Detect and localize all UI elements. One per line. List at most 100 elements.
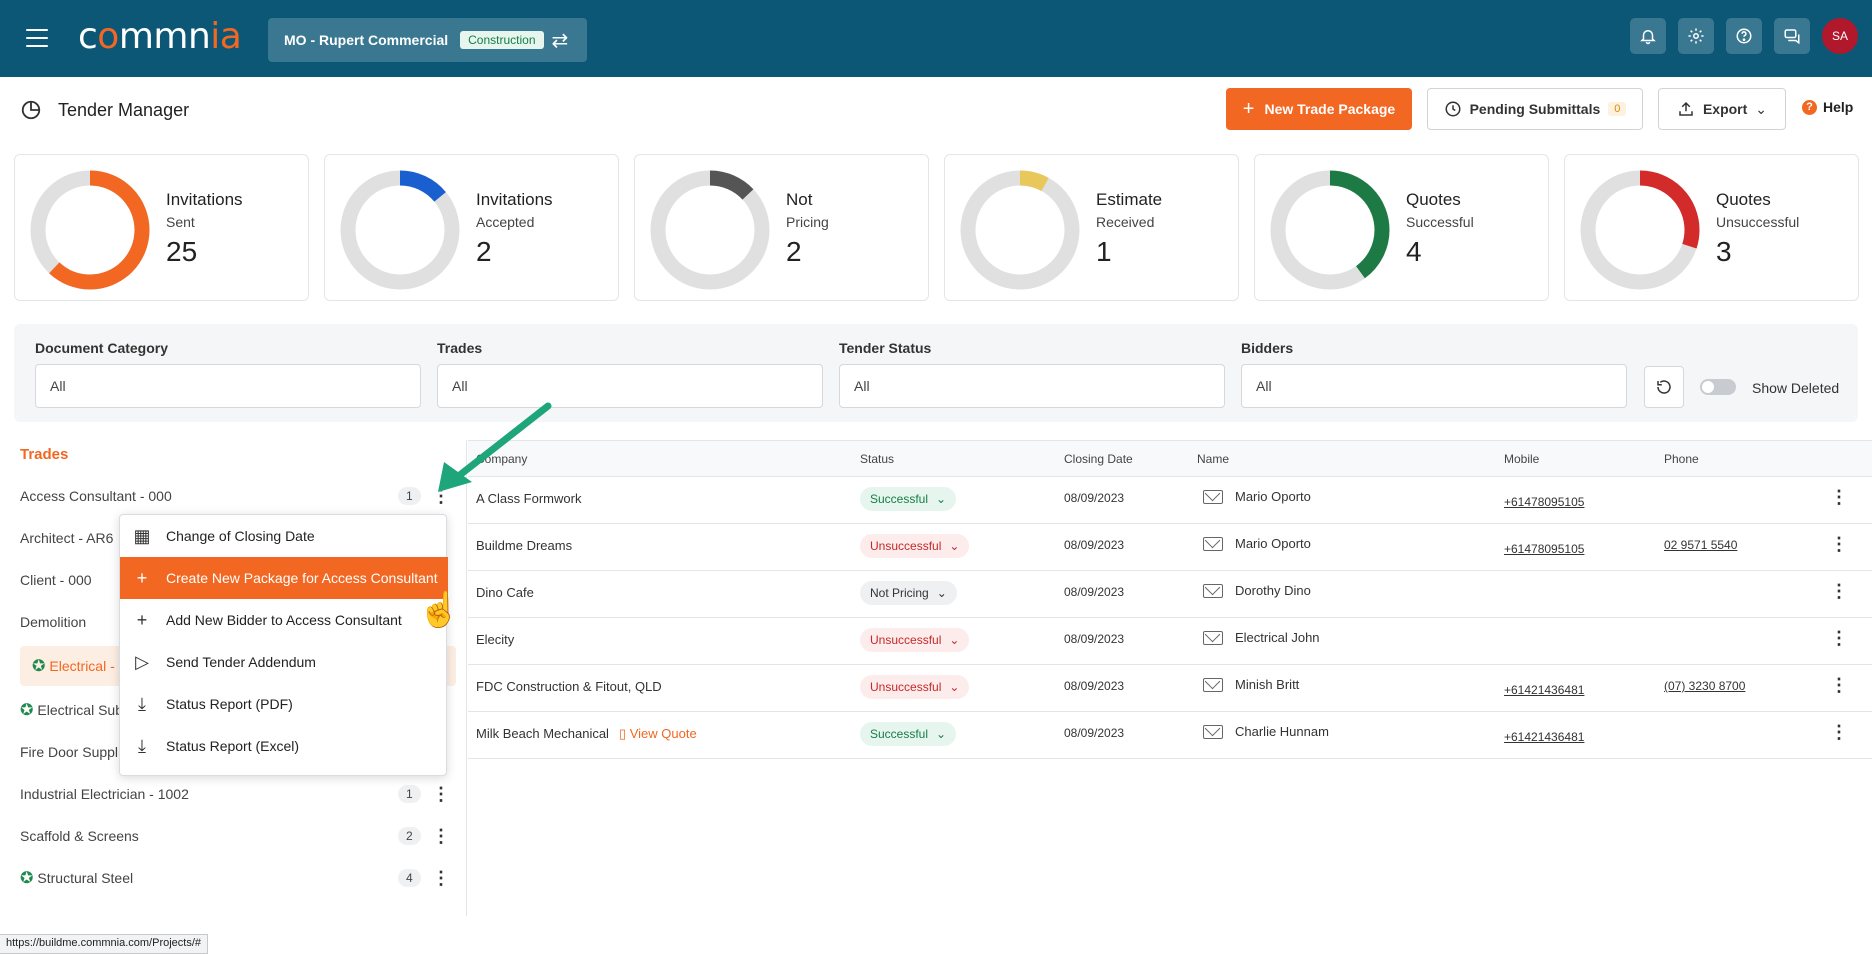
more-vertical-icon[interactable]: ⋮ bbox=[1830, 534, 1848, 555]
menu-create-new-package[interactable]: + Create New Package for Access Consulta… bbox=[120, 557, 448, 599]
mobile-link[interactable]: +61421436481 bbox=[1504, 683, 1584, 697]
stat-card[interactable]: Quotes Successful 4 bbox=[1254, 154, 1549, 301]
phone-link[interactable]: (07) 3230 8700 bbox=[1664, 679, 1745, 693]
more-vertical-icon[interactable]: ⋮ bbox=[1830, 581, 1848, 602]
trade-item[interactable]: Access Consultant - 000 1 ⋮ bbox=[20, 478, 450, 514]
more-vertical-icon[interactable]: ⋮ bbox=[1830, 628, 1848, 649]
stat-card[interactable]: Invitations Accepted 2 bbox=[324, 154, 619, 301]
stat-subtitle: Received bbox=[1096, 214, 1155, 230]
mail-icon[interactable] bbox=[1203, 677, 1223, 692]
company-cell: Dino Cafe bbox=[476, 585, 534, 600]
export-button[interactable]: Export ⌄ bbox=[1658, 88, 1786, 130]
stat-card[interactable]: Not Pricing 2 bbox=[634, 154, 929, 301]
more-vertical-icon[interactable]: ⋮ bbox=[432, 868, 450, 889]
status-dropdown[interactable]: Unsuccessful ⌄ bbox=[860, 675, 970, 699]
stat-card[interactable]: Estimate Received 1 bbox=[944, 154, 1239, 301]
award-icon: ✪ bbox=[20, 870, 34, 887]
bidders-select[interactable]: All bbox=[1241, 364, 1627, 408]
status-cell: Successful ⌄ bbox=[860, 487, 957, 511]
menu-status-report-pdf[interactable]: ⤓ Status Report (PDF) bbox=[120, 683, 448, 725]
stat-value: 4 bbox=[1406, 236, 1422, 267]
show-deleted-toggle[interactable] bbox=[1700, 379, 1736, 395]
export-label: Export bbox=[1702, 101, 1748, 117]
trade-label: Industrial Electrician - 1002 bbox=[20, 786, 189, 802]
stat-card[interactable]: Quotes Unsuccessful 3 bbox=[1564, 154, 1859, 301]
clock-icon bbox=[1445, 101, 1461, 117]
award-icon: ✪ bbox=[32, 658, 46, 675]
show-deleted-label: Show Deleted bbox=[1752, 380, 1840, 396]
closing-date-cell: 08/09/2023 bbox=[1064, 679, 1125, 693]
status-dropdown[interactable]: Unsuccessful ⌄ bbox=[860, 534, 970, 558]
column-header[interactable]: Name bbox=[1197, 452, 1229, 466]
chat-icon[interactable] bbox=[1774, 18, 1810, 54]
closing-date-cell: 08/09/2023 bbox=[1064, 538, 1125, 552]
column-header[interactable]: Closing Date bbox=[1064, 452, 1133, 466]
company-cell: Elecity bbox=[476, 632, 514, 647]
trade-label: Demolition bbox=[20, 614, 87, 630]
mail-icon[interactable] bbox=[1203, 536, 1223, 551]
more-vertical-icon[interactable]: ⋮ bbox=[432, 826, 450, 847]
project-type-badge: Construction bbox=[460, 31, 544, 49]
help-link[interactable]: ? Help bbox=[1802, 99, 1853, 115]
trade-count: 1 bbox=[398, 487, 421, 505]
menu-add-new-bidder[interactable]: + Add New Bidder to Access Consultant bbox=[120, 599, 448, 641]
new-trade-package-button[interactable]: + New Trade Package bbox=[1226, 88, 1412, 130]
menu-send-tender-addendum[interactable]: ▷ Send Tender Addendum bbox=[120, 641, 448, 683]
mobile-link[interactable]: +61478095105 bbox=[1504, 542, 1584, 556]
mail-icon[interactable] bbox=[1203, 489, 1223, 504]
bell-icon[interactable] bbox=[1630, 18, 1666, 54]
name-cell: Minish Britt bbox=[1203, 677, 1299, 692]
more-vertical-icon[interactable]: ⋮ bbox=[1830, 487, 1848, 508]
reset-filters-button[interactable] bbox=[1644, 366, 1684, 408]
trade-label: Access Consultant - 000 bbox=[20, 488, 172, 504]
refresh-icon bbox=[1657, 380, 1671, 394]
mail-icon[interactable] bbox=[1203, 583, 1223, 598]
donut-chart bbox=[340, 170, 460, 290]
status-dropdown[interactable]: Successful ⌄ bbox=[860, 487, 957, 511]
column-header[interactable]: Phone bbox=[1664, 452, 1699, 466]
help-icon[interactable] bbox=[1726, 18, 1762, 54]
stat-title: Invitations bbox=[166, 190, 243, 209]
status-dropdown[interactable]: Successful ⌄ bbox=[860, 722, 957, 746]
new-trade-package-label: New Trade Package bbox=[1264, 101, 1396, 117]
column-header[interactable]: Status bbox=[860, 452, 894, 466]
project-switcher[interactable]: MO - Rupert Commercial Construction ⇄ bbox=[268, 18, 587, 62]
mail-icon[interactable] bbox=[1203, 724, 1223, 739]
more-vertical-icon[interactable]: ⋮ bbox=[432, 784, 450, 805]
user-avatar[interactable]: SA bbox=[1822, 18, 1858, 54]
menu-status-report-excel[interactable]: ⤓ Status Report (Excel) bbox=[120, 725, 448, 767]
hamburger-menu-icon[interactable] bbox=[26, 29, 48, 47]
closing-date-cell: 08/09/2023 bbox=[1064, 585, 1125, 599]
status-dropdown[interactable]: Unsuccessful ⌄ bbox=[860, 628, 970, 652]
status-label: Successful bbox=[870, 727, 929, 741]
trade-item[interactable]: ✪ Structural Steel 4 ⋮ bbox=[20, 860, 450, 896]
project-name: MO - Rupert Commercial bbox=[284, 32, 449, 48]
status-cell: Not Pricing ⌄ bbox=[860, 581, 957, 605]
download-icon: ⤓ bbox=[138, 735, 146, 756]
more-vertical-icon[interactable]: ⋮ bbox=[1830, 675, 1848, 696]
more-vertical-icon[interactable]: ⋮ bbox=[1830, 722, 1848, 743]
chevron-down-icon: ⌄ bbox=[936, 586, 947, 600]
filters-panel: Document Category All Trades All Tender … bbox=[14, 324, 1858, 422]
mobile-link[interactable]: +61421436481 bbox=[1504, 730, 1584, 744]
tender-status-select[interactable]: All bbox=[839, 364, 1225, 408]
menu-change-closing-date[interactable]: ▦ Change of Closing Date bbox=[120, 515, 448, 557]
stats-cards: Invitations Sent 25 Invitations Accepted 2 Not… bbox=[14, 154, 1859, 301]
status-dropdown[interactable]: Not Pricing ⌄ bbox=[860, 581, 957, 605]
commnia-logo[interactable]: commnia bbox=[78, 16, 242, 57]
pending-submittals-button[interactable]: Pending Submittals 0 bbox=[1427, 88, 1643, 130]
document-category-select[interactable]: All bbox=[35, 364, 421, 408]
trade-item[interactable]: Scaffold & Screens 2 ⋮ bbox=[20, 818, 450, 854]
plus-icon: + bbox=[1242, 97, 1255, 120]
filter-bidders: Bidders All bbox=[1241, 340, 1627, 408]
stat-card[interactable]: Invitations Sent 25 bbox=[14, 154, 309, 301]
trade-item[interactable]: Industrial Electrician - 1002 1 ⋮ bbox=[20, 776, 450, 812]
award-icon: ✪ bbox=[20, 702, 34, 719]
mobile-link[interactable]: +61478095105 bbox=[1504, 495, 1584, 509]
view-quote-link[interactable]: ▯ View Quote bbox=[619, 726, 697, 741]
gear-icon[interactable] bbox=[1678, 18, 1714, 54]
mail-icon[interactable] bbox=[1203, 630, 1223, 645]
column-header[interactable]: Mobile bbox=[1504, 452, 1539, 466]
phone-link[interactable]: 02 9571 5540 bbox=[1664, 538, 1737, 552]
stat-subtitle: Successful bbox=[1406, 214, 1474, 230]
